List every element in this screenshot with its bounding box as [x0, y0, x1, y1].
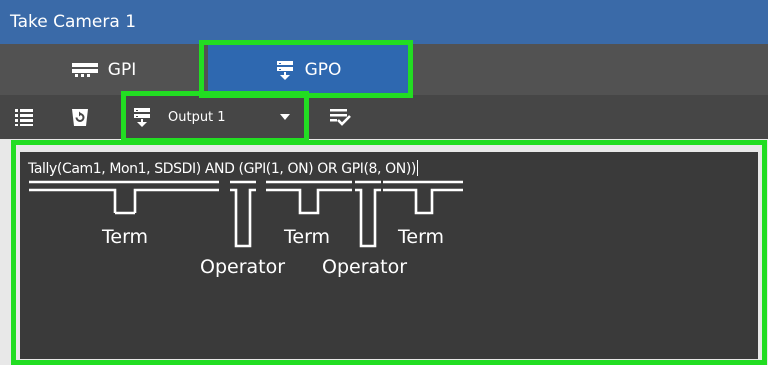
gpi-icon	[71, 62, 98, 77]
reset-icon	[72, 109, 88, 126]
reset-button[interactable]	[62, 95, 98, 139]
annotation-term-3: Term	[398, 226, 445, 248]
tab-gpi-label: GPI	[107, 59, 137, 80]
apply-button[interactable]	[322, 95, 358, 139]
expression-text: Tally(Cam1, Mon1, SDSDI) AND (GPI(1, ON)…	[28, 161, 416, 177]
tab-bar: GPI GPO	[0, 44, 768, 95]
toolbar: Output 1	[0, 95, 768, 139]
gpo-icon	[134, 108, 150, 127]
tab-gpo[interactable]: GPO	[208, 44, 408, 95]
text-cursor	[416, 160, 418, 176]
tab-gpo-label: GPO	[304, 59, 342, 80]
list-icon	[15, 109, 33, 126]
tab-gpi[interactable]: GPI	[0, 44, 208, 95]
output-select-value: Output 1	[168, 109, 226, 125]
annotation-term-2: Term	[284, 226, 331, 248]
chevron-down-icon	[280, 114, 290, 120]
expression-text-wrap: Tally(Cam1, Mon1, SDSDI) AND (GPI(1, ON)…	[28, 160, 418, 177]
apply-check-icon	[330, 109, 351, 126]
list-view-button[interactable]	[6, 95, 42, 139]
annotation-term-1: Term	[102, 226, 149, 248]
output-select[interactable]: Output 1	[132, 99, 302, 135]
annotation-operator-1: Operator	[200, 256, 286, 278]
window-title: Take Camera 1	[0, 0, 768, 44]
annotation-operator-2: Operator	[322, 256, 408, 278]
gpo-icon	[276, 60, 293, 80]
